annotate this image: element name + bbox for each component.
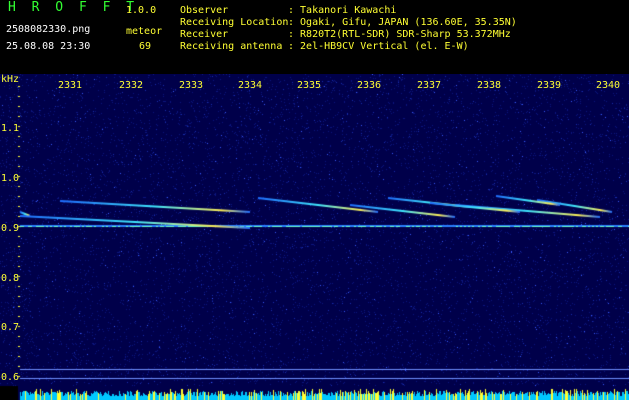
x-tick-label: 2333 bbox=[179, 80, 204, 91]
x-tick-label: 2339 bbox=[537, 80, 562, 91]
spectrogram bbox=[0, 74, 629, 400]
count-value: 69 bbox=[139, 41, 152, 52]
antenna-key: Receiving antenna bbox=[180, 41, 283, 52]
y-tick-label: 1.1 bbox=[1, 123, 20, 134]
x-tick-label: 2334 bbox=[238, 80, 263, 91]
observer-value: : Takanori Kawachi bbox=[288, 5, 397, 16]
app-version: 1.0.0 bbox=[126, 5, 157, 16]
location-key: Receiving Location bbox=[180, 17, 289, 28]
antenna-value: : 2el-HB9CV Vertical (el. E-W) bbox=[288, 41, 469, 52]
count-label: meteor bbox=[126, 26, 163, 37]
filename: 2508082330.png bbox=[6, 24, 91, 35]
datetime: 25.08.08 23:30 bbox=[6, 41, 91, 52]
x-tick-label: 2331 bbox=[58, 80, 83, 91]
observer-key: Observer bbox=[180, 5, 229, 16]
receiver-key: Receiver bbox=[180, 29, 229, 40]
x-tick-label: 2340 bbox=[596, 80, 621, 91]
y-tick-label: 0.8 bbox=[1, 273, 20, 284]
y-tick-label: 0.7 bbox=[1, 322, 20, 333]
x-tick-label: 2336 bbox=[357, 80, 382, 91]
y-tick-label: 0.9 bbox=[1, 223, 20, 234]
location-value: : Ogaki, Gifu, JAPAN (136.60E, 35.35N) bbox=[288, 17, 517, 28]
app-name: H R O F F T bbox=[8, 0, 139, 15]
header-panel: H R O F F T 1.0.0 2508082330.png 25.08.0… bbox=[0, 0, 629, 74]
x-tick-label: 2335 bbox=[297, 80, 322, 91]
x-tick-label: 2332 bbox=[119, 80, 144, 91]
x-tick-label: 2338 bbox=[477, 80, 502, 91]
x-tick-label: 2337 bbox=[417, 80, 442, 91]
receiver-value: : R820T2(RTL-SDR) SDR-Sharp 53.372MHz bbox=[288, 29, 511, 40]
y-tick-label: 1.0 bbox=[1, 173, 20, 184]
y-unit-label: kHz bbox=[1, 74, 20, 85]
y-tick-label: 0.6 bbox=[1, 372, 20, 383]
